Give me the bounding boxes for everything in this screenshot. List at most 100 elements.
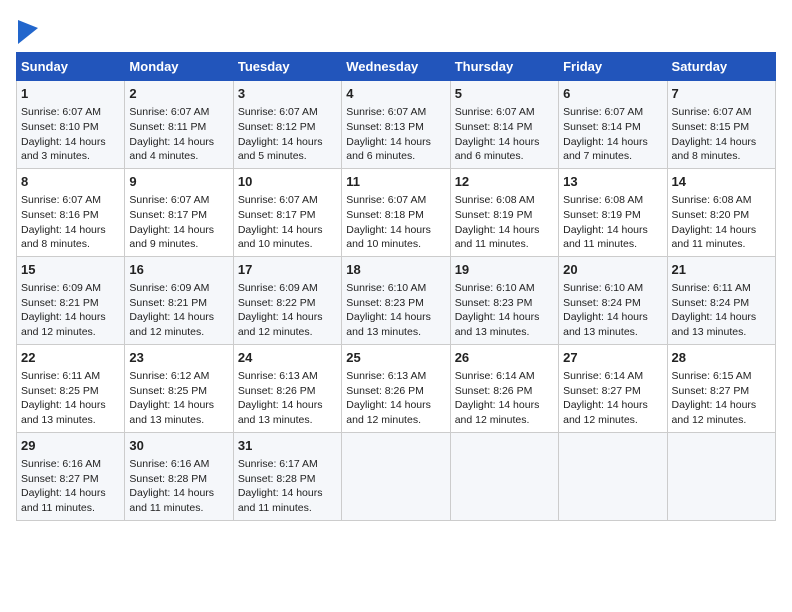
daylight-text: Daylight: 14 hours and 11 minutes. bbox=[21, 486, 120, 515]
daylight-text: Daylight: 14 hours and 11 minutes. bbox=[563, 223, 662, 252]
sunset-text: Sunset: 8:27 PM bbox=[21, 472, 120, 487]
sunrise-text: Sunrise: 6:10 AM bbox=[346, 281, 445, 296]
sunset-text: Sunset: 8:17 PM bbox=[238, 208, 337, 223]
daylight-text: Daylight: 14 hours and 13 minutes. bbox=[238, 398, 337, 427]
sunset-text: Sunset: 8:26 PM bbox=[238, 384, 337, 399]
sunrise-text: Sunrise: 6:07 AM bbox=[346, 105, 445, 120]
day-number: 11 bbox=[346, 173, 445, 191]
day-number: 18 bbox=[346, 261, 445, 279]
sunset-text: Sunset: 8:26 PM bbox=[346, 384, 445, 399]
calendar-cell: 6Sunrise: 6:07 AMSunset: 8:14 PMDaylight… bbox=[559, 81, 667, 169]
sunset-text: Sunset: 8:23 PM bbox=[455, 296, 554, 311]
daylight-text: Daylight: 14 hours and 12 minutes. bbox=[455, 398, 554, 427]
day-number: 14 bbox=[672, 173, 771, 191]
calendar-cell: 25 Sunrise: 6:13 AMSunset: 8:26 PMDayligh… bbox=[342, 344, 450, 432]
daylight-text: Daylight: 14 hours and 10 minutes. bbox=[238, 223, 337, 252]
sunrise-text: Sunrise: 6:08 AM bbox=[563, 193, 662, 208]
sunset-text: Sunset: 8:21 PM bbox=[21, 296, 120, 311]
sunrise-text: Sunrise: 6:07 AM bbox=[563, 105, 662, 120]
calendar-cell bbox=[559, 432, 667, 520]
sunrise-text: Sunrise: 6:13 AM bbox=[346, 369, 445, 384]
calendar-cell: 16Sunrise: 6:09 AMSunset: 8:21 PMDayligh… bbox=[125, 256, 233, 344]
calendar-cell: 24Sunrise: 6:13 AMSunset: 8:26 PMDayligh… bbox=[233, 344, 341, 432]
calendar-cell: 5Sunrise: 6:07 AMSunset: 8:14 PMDaylight… bbox=[450, 81, 558, 169]
week-row-2: 8Sunrise: 6:07 AMSunset: 8:16 PMDaylight… bbox=[17, 168, 776, 256]
daylight-text: Daylight: 14 hours and 13 minutes. bbox=[672, 310, 771, 339]
sunset-text: Sunset: 8:25 PM bbox=[129, 384, 228, 399]
sunset-text: Sunset: 8:20 PM bbox=[672, 208, 771, 223]
daylight-text: Daylight: 14 hours and 9 minutes. bbox=[129, 223, 228, 252]
week-row-4: 22Sunrise: 6:11 AMSunset: 8:25 PMDayligh… bbox=[17, 344, 776, 432]
sunrise-text: Sunrise: 6:09 AM bbox=[238, 281, 337, 296]
calendar-cell: 9Sunrise: 6:07 AMSunset: 8:17 PMDaylight… bbox=[125, 168, 233, 256]
col-header-saturday: Saturday bbox=[667, 53, 775, 81]
sunrise-text: Sunrise: 6:16 AM bbox=[129, 457, 228, 472]
sunset-text: Sunset: 8:23 PM bbox=[346, 296, 445, 311]
daylight-text: Daylight: 14 hours and 12 minutes. bbox=[346, 398, 445, 427]
sunset-text: Sunset: 8:19 PM bbox=[455, 208, 554, 223]
daylight-text: Daylight: 14 hours and 5 minutes. bbox=[238, 135, 337, 164]
daylight-text: Daylight: 14 hours and 10 minutes. bbox=[346, 223, 445, 252]
sunrise-text: Sunrise: 6:08 AM bbox=[672, 193, 771, 208]
day-number: 6 bbox=[563, 85, 662, 103]
day-number: 30 bbox=[129, 437, 228, 455]
sunrise-text: Sunrise: 6:07 AM bbox=[21, 105, 120, 120]
calendar-cell bbox=[667, 432, 775, 520]
sunset-text: Sunset: 8:15 PM bbox=[672, 120, 771, 135]
col-header-monday: Monday bbox=[125, 53, 233, 81]
calendar-cell: 19Sunrise: 6:10 AMSunset: 8:23 PMDayligh… bbox=[450, 256, 558, 344]
daylight-text: Daylight: 14 hours and 6 minutes. bbox=[455, 135, 554, 164]
sunrise-text: Sunrise: 6:10 AM bbox=[563, 281, 662, 296]
daylight-text: Daylight: 14 hours and 7 minutes. bbox=[563, 135, 662, 164]
sunrise-text: Sunrise: 6:07 AM bbox=[238, 105, 337, 120]
daylight-text: Daylight: 14 hours and 13 minutes. bbox=[129, 398, 228, 427]
col-header-friday: Friday bbox=[559, 53, 667, 81]
sunset-text: Sunset: 8:18 PM bbox=[346, 208, 445, 223]
calendar-cell: 27Sunrise: 6:14 AMSunset: 8:27 PMDayligh… bbox=[559, 344, 667, 432]
daylight-text: Daylight: 14 hours and 12 minutes. bbox=[563, 398, 662, 427]
calendar-cell: 20Sunrise: 6:10 AMSunset: 8:24 PMDayligh… bbox=[559, 256, 667, 344]
calendar-cell: 15Sunrise: 6:09 AMSunset: 8:21 PMDayligh… bbox=[17, 256, 125, 344]
calendar-cell: 2Sunrise: 6:07 AMSunset: 8:11 PMDaylight… bbox=[125, 81, 233, 169]
day-number: 26 bbox=[455, 349, 554, 367]
sunrise-text: Sunrise: 6:10 AM bbox=[455, 281, 554, 296]
calendar-cell: 23Sunrise: 6:12 AMSunset: 8:25 PMDayligh… bbox=[125, 344, 233, 432]
sunrise-text: Sunrise: 6:16 AM bbox=[21, 457, 120, 472]
sunrise-text: Sunrise: 6:09 AM bbox=[129, 281, 228, 296]
calendar-cell: 26 Sunrise: 6:14 AMSunset: 8:26 PMDayligh… bbox=[450, 344, 558, 432]
sunrise-text: Sunrise: 6:15 AM bbox=[672, 369, 771, 384]
daylight-text: Daylight: 14 hours and 8 minutes. bbox=[672, 135, 771, 164]
daylight-text: Daylight: 14 hours and 13 minutes. bbox=[21, 398, 120, 427]
day-number: 9 bbox=[129, 173, 228, 191]
sunrise-text: Sunrise: 6:14 AM bbox=[563, 369, 662, 384]
calendar-cell: 29Sunrise: 6:16 AMSunset: 8:27 PMDayligh… bbox=[17, 432, 125, 520]
daylight-text: Daylight: 14 hours and 12 minutes. bbox=[238, 310, 337, 339]
sunset-text: Sunset: 8:14 PM bbox=[455, 120, 554, 135]
daylight-text: Daylight: 14 hours and 12 minutes. bbox=[672, 398, 771, 427]
calendar-cell: 13Sunrise: 6:08 AMSunset: 8:19 PMDayligh… bbox=[559, 168, 667, 256]
daylight-text: Daylight: 14 hours and 11 minutes. bbox=[238, 486, 337, 515]
day-number: 22 bbox=[21, 349, 120, 367]
calendar-cell: 10Sunrise: 6:07 AMSunset: 8:17 PMDayligh… bbox=[233, 168, 341, 256]
day-number: 10 bbox=[238, 173, 337, 191]
sunset-text: Sunset: 8:26 PM bbox=[455, 384, 554, 399]
calendar-cell: 30Sunrise: 6:16 AMSunset: 8:28 PMDayligh… bbox=[125, 432, 233, 520]
calendar-cell bbox=[450, 432, 558, 520]
daylight-text: Daylight: 14 hours and 8 minutes. bbox=[21, 223, 120, 252]
day-number: 1 bbox=[21, 85, 120, 103]
sunrise-text: Sunrise: 6:07 AM bbox=[346, 193, 445, 208]
calendar-cell: 28Sunrise: 6:15 AMSunset: 8:27 PMDayligh… bbox=[667, 344, 775, 432]
sunrise-text: Sunrise: 6:07 AM bbox=[672, 105, 771, 120]
sunrise-text: Sunrise: 6:12 AM bbox=[129, 369, 228, 384]
sunrise-text: Sunrise: 6:14 AM bbox=[455, 369, 554, 384]
day-number: 25 bbox=[346, 349, 445, 367]
sunset-text: Sunset: 8:27 PM bbox=[672, 384, 771, 399]
calendar-cell: 21Sunrise: 6:11 AMSunset: 8:24 PMDayligh… bbox=[667, 256, 775, 344]
daylight-text: Daylight: 14 hours and 6 minutes. bbox=[346, 135, 445, 164]
sunset-text: Sunset: 8:28 PM bbox=[238, 472, 337, 487]
sunset-text: Sunset: 8:24 PM bbox=[563, 296, 662, 311]
sunrise-text: Sunrise: 6:09 AM bbox=[21, 281, 120, 296]
sunset-text: Sunset: 8:11 PM bbox=[129, 120, 228, 135]
sunset-text: Sunset: 8:10 PM bbox=[21, 120, 120, 135]
sunset-text: Sunset: 8:13 PM bbox=[346, 120, 445, 135]
